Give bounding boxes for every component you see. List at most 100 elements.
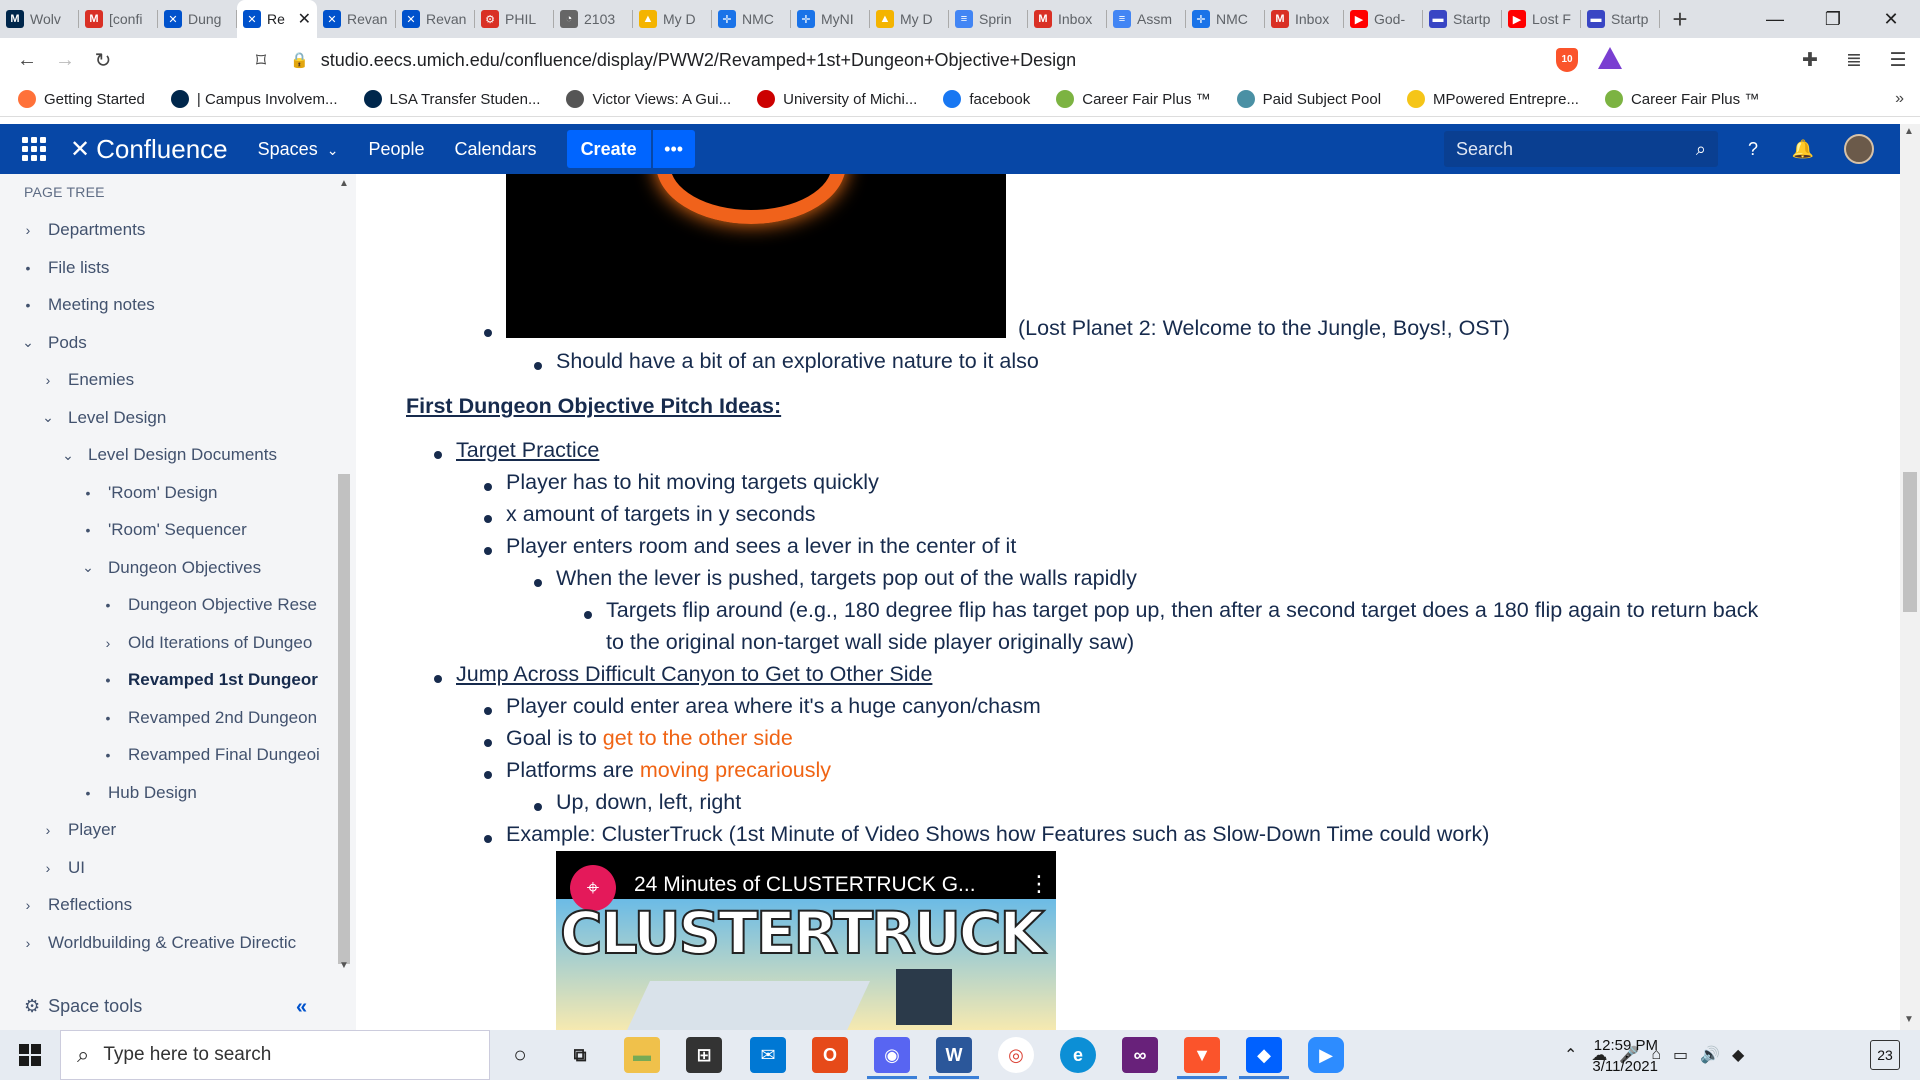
create-more-button[interactable]: ••• [652,130,695,168]
browser-tab[interactable]: ✕ Re ✕ [237,0,317,38]
chevron-right-icon[interactable]: › [40,860,56,876]
help-icon[interactable]: ? [1740,136,1766,162]
people-link[interactable]: People [368,139,424,160]
chevron-down-icon[interactable]: ⌄ [60,447,76,464]
media-queue-icon[interactable]: ≣ [1832,38,1876,82]
create-button[interactable]: Create [566,130,651,168]
video-more-icon[interactable]: ⋮ [1028,871,1050,897]
brave-icon[interactable]: ▼ [1184,1037,1220,1073]
mail-icon[interactable]: ✉ [750,1037,786,1073]
spaces-menu[interactable]: Spaces ⌄ [258,139,339,160]
sidebar-scrollbar-thumb[interactable] [338,474,350,964]
volume-icon[interactable]: 🔊 [1700,1045,1720,1065]
visual-studio-icon[interactable]: ∞ [1122,1037,1158,1073]
bookmark-item[interactable]: Victor Views: A Gui... [566,90,731,108]
bookmark-item[interactable]: Getting Started [18,90,145,108]
bookmark-item[interactable]: | Campus Involvem... [170,90,338,108]
browser-tab[interactable]: ▬ Startp [1423,0,1502,38]
browser-tab[interactable]: ✛ MyNI [791,0,870,38]
browser-tab[interactable]: ▶ Lost F [1502,0,1581,38]
sidebar-item[interactable]: › UI [40,850,85,886]
notifications-icon[interactable]: 🔔 [1790,136,1816,162]
avatar[interactable] [1844,134,1874,164]
brave-shield-icon[interactable]: 10 [1556,48,1578,72]
chrome-icon[interactable]: ◎ [998,1037,1034,1073]
search-icon[interactable]: ⌕ [1696,139,1706,160]
office-icon[interactable]: O [812,1037,848,1073]
forward-icon[interactable]: → [46,41,84,79]
scroll-down-icon[interactable]: ▼ [1904,1014,1914,1025]
browser-tab[interactable]: ◔ 2103 [554,0,633,38]
dropbox-icon[interactable]: ◆ [1246,1037,1282,1073]
sidebar-item[interactable]: • 'Room' Sequencer [80,512,247,548]
scroll-down-icon[interactable]: ▼ [339,960,349,971]
restore-icon[interactable]: ❐ [1804,0,1862,38]
sidebar-item[interactable]: • File lists [20,250,110,286]
brave-rewards-icon[interactable] [1598,47,1622,69]
bookmark-item[interactable]: MPowered Entrepre... [1407,90,1579,108]
browser-tab[interactable]: ✕ Revan [396,0,475,38]
calendars-link[interactable]: Calendars [455,139,537,160]
bookmark-item[interactable]: Career Fair Plus ™ [1604,90,1759,108]
scroll-up-icon[interactable]: ▲ [1904,126,1914,137]
browser-tab[interactable]: ▶ God- [1344,0,1423,38]
browser-tab[interactable]: ✛ NMC [1186,0,1265,38]
new-tab-button[interactable]: + [1660,0,1700,38]
page-scrollbar-thumb[interactable] [1903,472,1917,612]
browser-tab[interactable]: ⚙ PHIL [475,0,554,38]
taskbar-clock[interactable]: 12:59 PM 3/11/2021 [1548,1035,1658,1077]
edge-icon[interactable]: e [1060,1037,1096,1073]
chevron-right-icon[interactable]: › [20,222,36,238]
url-bar[interactable]: 🔒 studio.eecs.umich.edu/confluence/displ… [290,42,1540,78]
taskbar-search-input[interactable]: ⌕ Type here to search [60,1030,490,1080]
space-tools-button[interactable]: ⚙ Space tools [24,996,142,1017]
extensions-icon[interactable]: ✚ [1788,38,1832,82]
sidebar-item[interactable]: › Old Iterations of Dungeo [100,625,313,661]
sidebar-item[interactable]: › Player [40,812,117,848]
browser-tab[interactable]: ▬ Startp [1581,0,1660,38]
minimize-icon[interactable]: — [1746,0,1804,38]
confluence-logo[interactable]: ✕ Confluence [70,134,228,165]
chevron-right-icon[interactable]: › [100,635,116,651]
embedded-video[interactable]: ⌖ 24 Minutes of CLUSTERTRUCK G... ⋮ CLUS… [556,851,1056,1030]
sidebar-item[interactable]: ⌄ Level Design [40,400,166,436]
confluence-search-input[interactable]: Search ⌕ [1444,131,1718,167]
chevron-right-icon[interactable]: › [20,897,36,913]
start-button[interactable] [0,1030,60,1080]
store-icon[interactable]: ⊞ [686,1037,722,1073]
chevron-right-icon[interactable]: › [20,935,36,951]
chevron-down-icon[interactable]: ⌄ [40,409,56,426]
reload-icon[interactable]: ↻ [84,41,122,79]
sidebar-item[interactable]: • Revamped 2nd Dungeon [100,700,317,736]
browser-tab[interactable]: ≡ Sprin [949,0,1028,38]
close-tab-icon[interactable]: ✕ [298,9,311,29]
battery-icon[interactable]: ▭ [1673,1045,1688,1065]
sidebar-item[interactable]: ⌄ Dungeon Objectives [80,550,261,586]
browser-tab[interactable]: M Inbox [1028,0,1107,38]
bookmarks-overflow-icon[interactable]: » [1895,90,1904,108]
back-icon[interactable]: ← [8,41,46,79]
file-explorer-icon[interactable]: ▬ [624,1037,660,1073]
browser-tab[interactable]: ≡ Assm [1107,0,1186,38]
sidebar-item[interactable]: • Hub Design [80,775,197,811]
browser-tab[interactable]: ✕ Dung [158,0,237,38]
browser-tab[interactable]: ✛ NMC [712,0,791,38]
video-title[interactable]: 24 Minutes of CLUSTERTRUCK G... [634,873,976,897]
bookmark-item[interactable]: LSA Transfer Studen... [363,90,540,108]
collapse-sidebar-icon[interactable]: « [296,996,307,1019]
browser-tab[interactable]: ✕ Revan [317,0,396,38]
chevron-right-icon[interactable]: › [40,822,56,838]
sidebar-item[interactable]: • Revamped 1st Dungeor [100,662,318,698]
browser-tab[interactable]: M [confi [79,0,158,38]
bookmark-item[interactable]: University of Michi... [757,90,917,108]
bookmark-item[interactable]: Career Fair Plus ™ [1056,90,1211,108]
cortana-icon[interactable]: ○ [502,1037,538,1073]
word-icon[interactable]: W [936,1037,972,1073]
browser-tab[interactable]: ▲ My D [633,0,712,38]
sidebar-item[interactable]: › Departments [20,212,146,248]
bookmark-item[interactable]: Paid Subject Pool [1236,90,1381,108]
scroll-up-icon[interactable]: ▲ [339,178,349,189]
discord-icon[interactable]: ◉ [874,1037,910,1073]
close-window-icon[interactable]: ✕ [1862,0,1920,38]
sidebar-item[interactable]: › Reflections [20,887,132,923]
